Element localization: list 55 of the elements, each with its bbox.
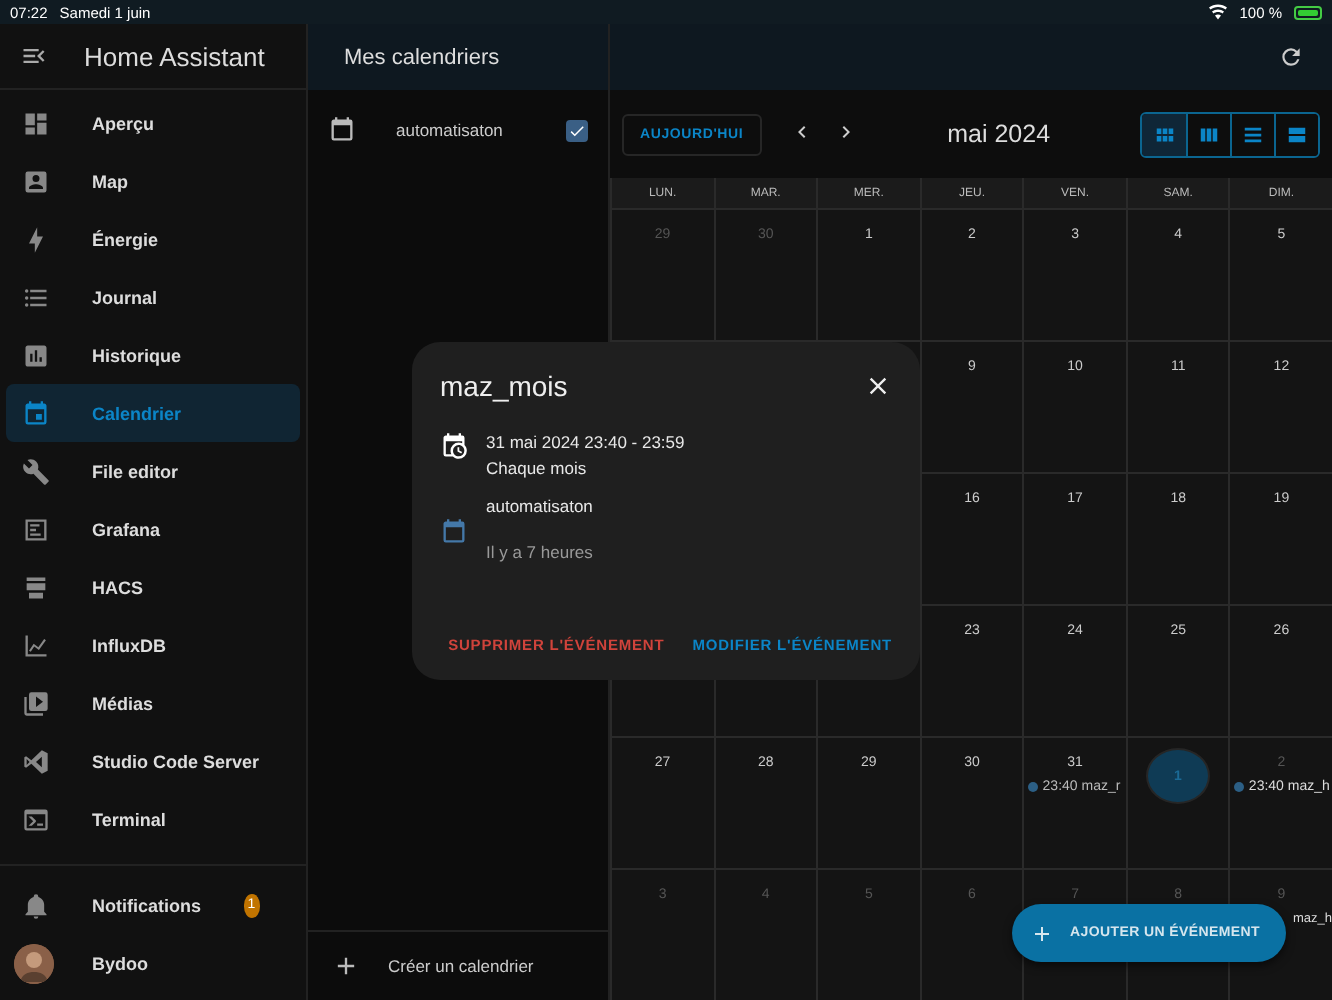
panel-icon	[22, 515, 50, 543]
avatar	[14, 943, 54, 983]
wifi-icon	[1207, 2, 1228, 22]
event-recurrence: Chaque mois	[486, 456, 589, 482]
sidebar-item[interactable]: Aperçu	[6, 94, 300, 152]
terminal-icon	[22, 805, 50, 833]
list-icon	[22, 283, 50, 311]
sidebar-item[interactable]: Historique	[6, 326, 300, 384]
plus-icon	[1030, 921, 1054, 945]
user-item[interactable]: Bydoo	[6, 934, 300, 992]
month-grid-icon	[1153, 123, 1175, 145]
bell-icon	[22, 891, 50, 919]
close-button[interactable]	[864, 372, 892, 400]
panel-title: Mes calendriers	[344, 45, 500, 69]
refresh-button[interactable]	[1278, 44, 1304, 70]
plus-icon	[332, 952, 360, 980]
event-created: Il y a 7 heures	[486, 540, 593, 566]
event-title: maz_mois	[440, 370, 568, 402]
list-view-icon	[1286, 123, 1308, 145]
sidebar-item[interactable]: Terminal	[6, 790, 300, 848]
line-chart-icon	[22, 631, 50, 659]
view-button[interactable]	[1274, 113, 1318, 155]
sidebar-item[interactable]: Calendrier	[6, 384, 300, 442]
store-icon	[22, 573, 50, 601]
calendar-icon	[440, 517, 468, 545]
dashboard-icon	[22, 109, 50, 137]
wrench-icon	[22, 457, 50, 485]
media-icon	[22, 689, 50, 717]
sidebar-item[interactable]: Énergie	[6, 210, 300, 268]
code-icon	[22, 747, 50, 775]
sidebar-item[interactable]: InfluxDB	[6, 616, 300, 674]
view-button[interactable]	[1142, 113, 1186, 155]
calendar-checkbox[interactable]	[566, 119, 588, 141]
bar-chart-icon	[22, 341, 50, 369]
sidebar-item[interactable]: Studio Code Server	[6, 732, 300, 790]
sidebar-item[interactable]: Journal	[6, 268, 300, 326]
month-title: mai 2024	[945, 120, 1053, 148]
week-columns-icon	[1198, 123, 1220, 145]
sidebar-item[interactable]: Map	[6, 152, 300, 210]
sidebar-item[interactable]: File editor	[6, 442, 300, 500]
refresh-icon	[1278, 44, 1304, 70]
calendar-icon	[22, 399, 50, 427]
sidebar-item[interactable]: Médias	[6, 674, 300, 732]
sidebar-item[interactable]: Grafana	[6, 500, 300, 558]
close-icon	[864, 372, 892, 400]
app-title: Home Assistant	[84, 41, 265, 71]
event-time: 31 mai 2024 23:40 - 23:59	[486, 430, 685, 456]
calendar-clock-icon	[440, 432, 468, 460]
create-calendar-button[interactable]: Créer un calendrier	[308, 930, 608, 1000]
calendar-name: automatisaton	[396, 120, 503, 140]
event-calendar: automatisaton	[486, 494, 593, 520]
sidebar-item[interactable]: HACS	[6, 558, 300, 616]
day-rows-icon	[1242, 123, 1264, 145]
calendar-icon	[328, 116, 356, 144]
battery-icon	[1294, 5, 1323, 19]
